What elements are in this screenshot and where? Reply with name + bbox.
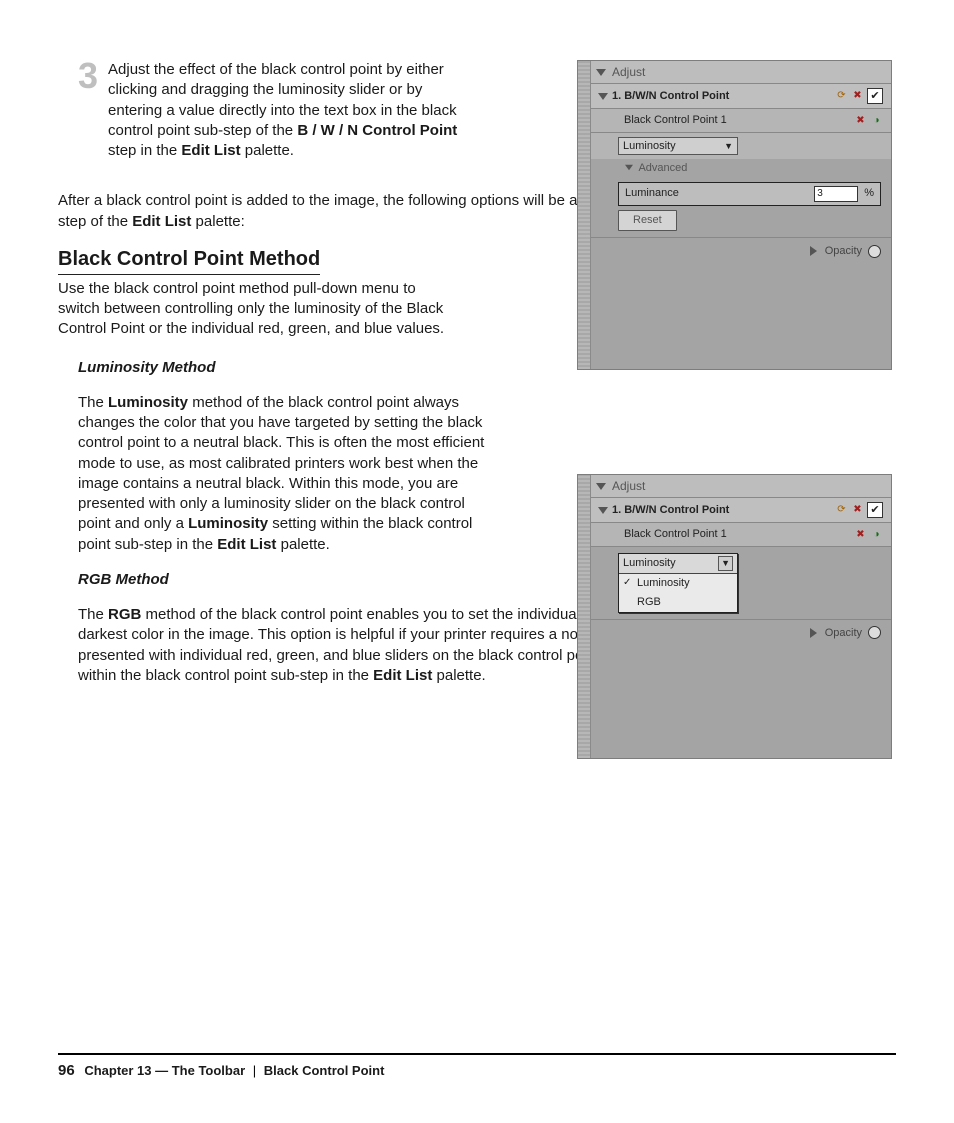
delete-icon: ✖ [851,504,864,517]
undo-icon: ⟳ [835,504,848,517]
adjust-panel-screenshot-2: Adjust 1. B/W/N Control Point ⟳ ✖ ✔ Blac… [577,474,892,759]
step-text: Adjust the effect of the black control p… [108,60,478,161]
dropdown-value: Luminosity [623,139,676,154]
luminance-input: 3 [814,186,858,202]
reset-button: Reset [618,210,677,231]
disclosure-down-icon [625,165,633,171]
disclosure-down-icon [596,483,606,490]
dropdown-row: Luminosity ▼ [590,133,891,159]
t: palette. [432,667,485,684]
opacity-label: Opacity [825,626,862,641]
disclosure-down-icon [598,93,608,100]
section-lead: Use the black control point method pull-… [58,279,458,340]
disclosure-down-icon [596,69,606,76]
apply-icon: ◑ [870,114,883,127]
t: B / W / N Control Point [297,122,457,139]
t: step in the [108,142,181,159]
radio-icon [868,245,881,258]
footer-sep: | [253,1063,256,1078]
t: Edit List [132,213,191,230]
checkbox-icon: ✔ [867,88,883,104]
panel-header: Adjust [590,475,891,498]
luminosity-paragraph: The Luminosity method of the black contr… [78,393,486,555]
item-row: Black Control Point 1 ✖ ◑ [590,523,891,547]
panel-grip [578,475,591,758]
radio-icon [868,626,881,639]
topic-label: Black Control Point [264,1063,385,1078]
section-row: 1. B/W/N Control Point ⟳ ✖ ✔ [590,498,891,523]
t: method of the black control point always… [78,394,484,533]
t: The [78,394,108,411]
chevron-down-icon: ▼ [724,140,733,152]
undo-icon: ⟳ [835,90,848,103]
method-dropdown: Luminosity ▼ [618,137,738,155]
item-row: Black Control Point 1 ✖ ◑ [590,109,891,133]
percent-label: % [864,186,874,201]
check-icon: ✔ [870,503,879,518]
chevron-down-icon: ▼ [718,556,733,570]
panel-header: Adjust [590,61,891,84]
item-label: Black Control Point 1 [624,113,727,128]
checkbox-icon: ✔ [867,502,883,518]
t: Luminosity [108,394,188,411]
t: palette: [191,213,244,230]
luminance-label: Luminance [625,186,679,201]
item-label: Black Control Point 1 [624,527,727,542]
t: palette. [276,536,329,553]
option-rgb: RGB [619,593,737,612]
step-number: 3 [78,58,98,161]
disclosure-down-icon [598,507,608,514]
adjust-panel-screenshot-1: Adjust 1. B/W/N Control Point ⟳ ✖ ✔ Blac… [577,60,892,370]
section-label: 1. B/W/N Control Point [612,89,729,104]
disclosure-right-icon [810,628,817,638]
t: Luminosity [188,515,268,532]
delete-icon: ✖ [854,114,867,127]
luminance-row: Luminance 3 % [618,182,881,206]
method-dropdown-open: Luminosity ▼ Luminosity RGB [618,553,738,613]
opacity-label: Opacity [825,244,862,259]
delete-icon: ✖ [854,528,867,541]
disclosure-right-icon [810,246,817,256]
section-heading: Black Control Point Method [58,246,320,275]
t: step of the [58,213,132,230]
t: Edit List [373,667,432,684]
section-row: 1. B/W/N Control Point ⟳ ✖ ✔ [590,84,891,109]
check-icon: ✔ [870,89,879,104]
opacity-row: Opacity [590,619,891,647]
t: Edit List [181,142,240,159]
apply-icon: ◑ [870,528,883,541]
section-label: 1. B/W/N Control Point [612,503,729,518]
chapter-label: Chapter 13 — The Toolbar [84,1063,245,1078]
adjust-label: Adjust [612,64,645,80]
t: RGB [108,606,141,623]
adjust-label: Adjust [612,478,645,494]
t: Edit List [217,536,276,553]
dropdown-value: Luminosity [623,556,676,571]
advanced-row: Advanced [624,161,881,176]
advanced-label: Advanced [638,162,687,174]
opacity-row: Opacity [590,238,891,265]
option-luminosity: Luminosity [619,574,737,593]
delete-icon: ✖ [851,90,864,103]
panel-grip [578,61,591,369]
page-number: 96 [58,1062,75,1079]
t: palette. [241,142,294,159]
page-footer: 96 Chapter 13 — The Toolbar | Black Cont… [58,1053,896,1081]
t: The [78,606,108,623]
